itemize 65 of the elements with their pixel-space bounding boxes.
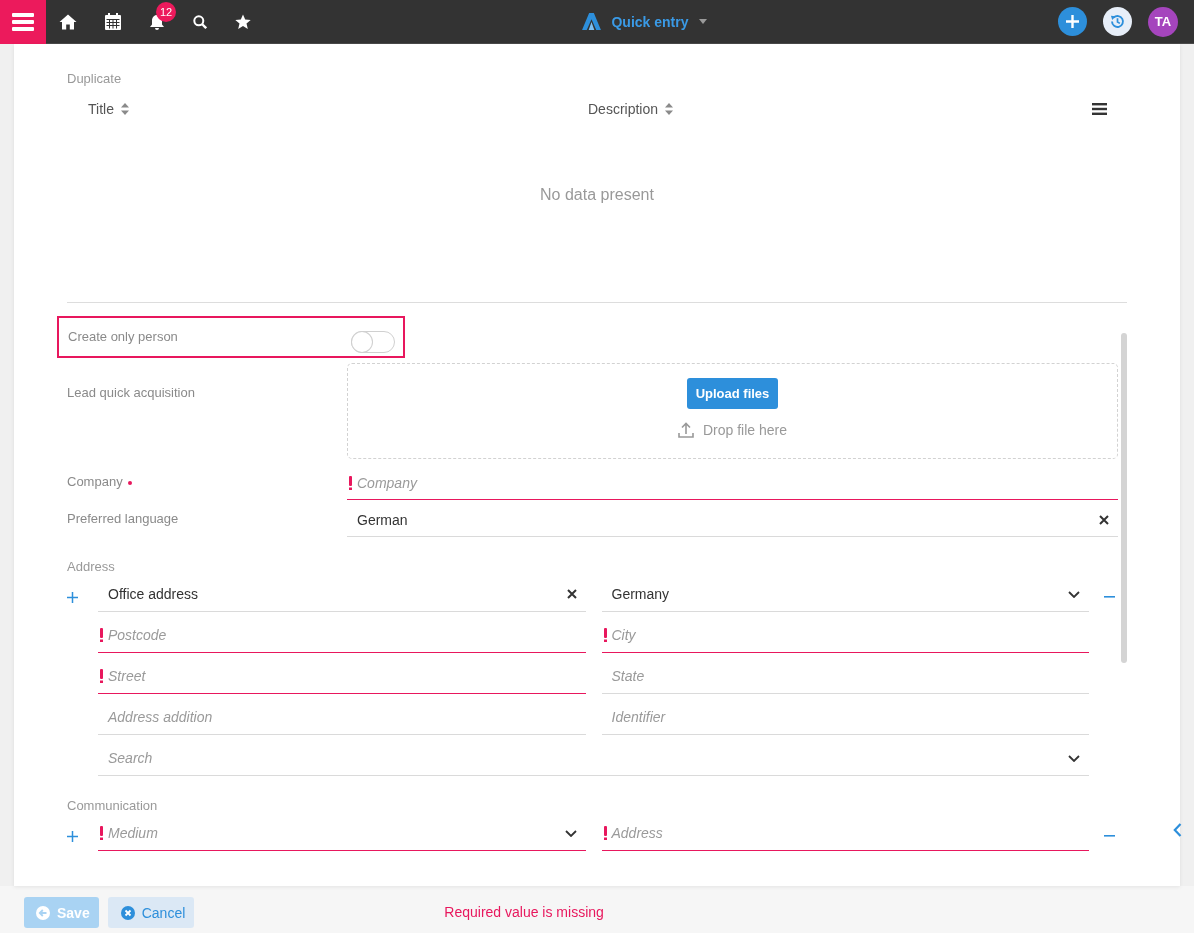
input-field[interactable]: Company [347,463,1118,500]
input-field[interactable]: Address addition [98,697,586,735]
scrollbar-thumb[interactable] [1121,333,1127,663]
history-button[interactable] [1103,7,1132,36]
drop-zone[interactable]: Upload files Drop file here [347,363,1118,459]
dropdown-field[interactable]: Germany [601,574,1089,612]
field-label: Company [67,473,123,490]
input-field[interactable]: German [347,500,1118,537]
sort-icon [665,103,674,115]
empty-message: No data present [540,186,654,203]
cancel-button[interactable]: Cancel [107,897,195,928]
input-field[interactable]: Street [98,656,586,694]
plus-icon [1066,15,1079,28]
title-dropdown[interactable]: Quick entry [582,13,707,30]
plus-icon[interactable] [67,830,78,842]
toggle-switch[interactable] [351,331,395,353]
section-label: Duplicate [67,71,122,87]
user-avatar[interactable]: TA [1148,6,1178,37]
menu-icon[interactable] [1092,103,1107,115]
error-message: Required value is missing [444,903,604,922]
dropdown-field[interactable]: Search [98,738,1089,776]
exclamation-icon [603,826,607,840]
calendar-icon[interactable] [105,13,121,30]
section-label: Address [67,559,115,574]
chevron-left-icon[interactable] [1173,823,1182,837]
chevron-down-icon[interactable] [1068,590,1080,598]
menu-icon [12,13,34,31]
input-field[interactable]: City [601,615,1089,653]
caret-icon [698,19,707,24]
input-field[interactable]: Office address [98,574,586,612]
exclamation-icon [100,826,103,840]
add-button[interactable] [1058,7,1087,36]
chevron-down-icon[interactable] [1068,754,1080,762]
search-icon[interactable] [193,14,207,29]
input-field[interactable]: Identifier [601,697,1089,735]
input-field[interactable]: Postcode [98,615,586,653]
exclamation-icon [349,475,352,490]
menu-button[interactable] [0,0,46,44]
plus-icon[interactable] [67,591,78,603]
exclamation-icon [100,669,103,683]
exclamation-icon [603,628,607,642]
column-header[interactable]: Title [88,101,129,117]
input-field[interactable]: Address [601,813,1089,851]
field-label: Create only person [68,329,178,345]
history-icon [1109,13,1126,30]
chevron-down-icon[interactable] [564,829,577,837]
field-label: Preferred language [67,510,179,527]
arrow-left-circle-icon [36,905,50,920]
section-label: Communication [67,798,158,813]
notification-badge: 12 [156,1,176,22]
dropdown-field[interactable]: Medium [98,813,586,851]
home-icon[interactable] [59,13,77,30]
clear-icon[interactable] [1099,514,1109,525]
field-label: Lead quick acquisition [67,385,195,401]
exclamation-icon [100,628,103,642]
clear-icon[interactable] [566,589,577,599]
logo-icon [582,13,602,30]
close-circle-icon [120,905,135,920]
upload-button[interactable]: Upload files [686,378,779,409]
drop-hint: Drop file here [702,422,787,438]
input-field[interactable]: State [601,656,1089,694]
upload-icon [677,422,694,438]
column-header[interactable]: Description [588,101,674,117]
sort-icon [120,103,129,115]
star-icon[interactable] [235,13,251,30]
